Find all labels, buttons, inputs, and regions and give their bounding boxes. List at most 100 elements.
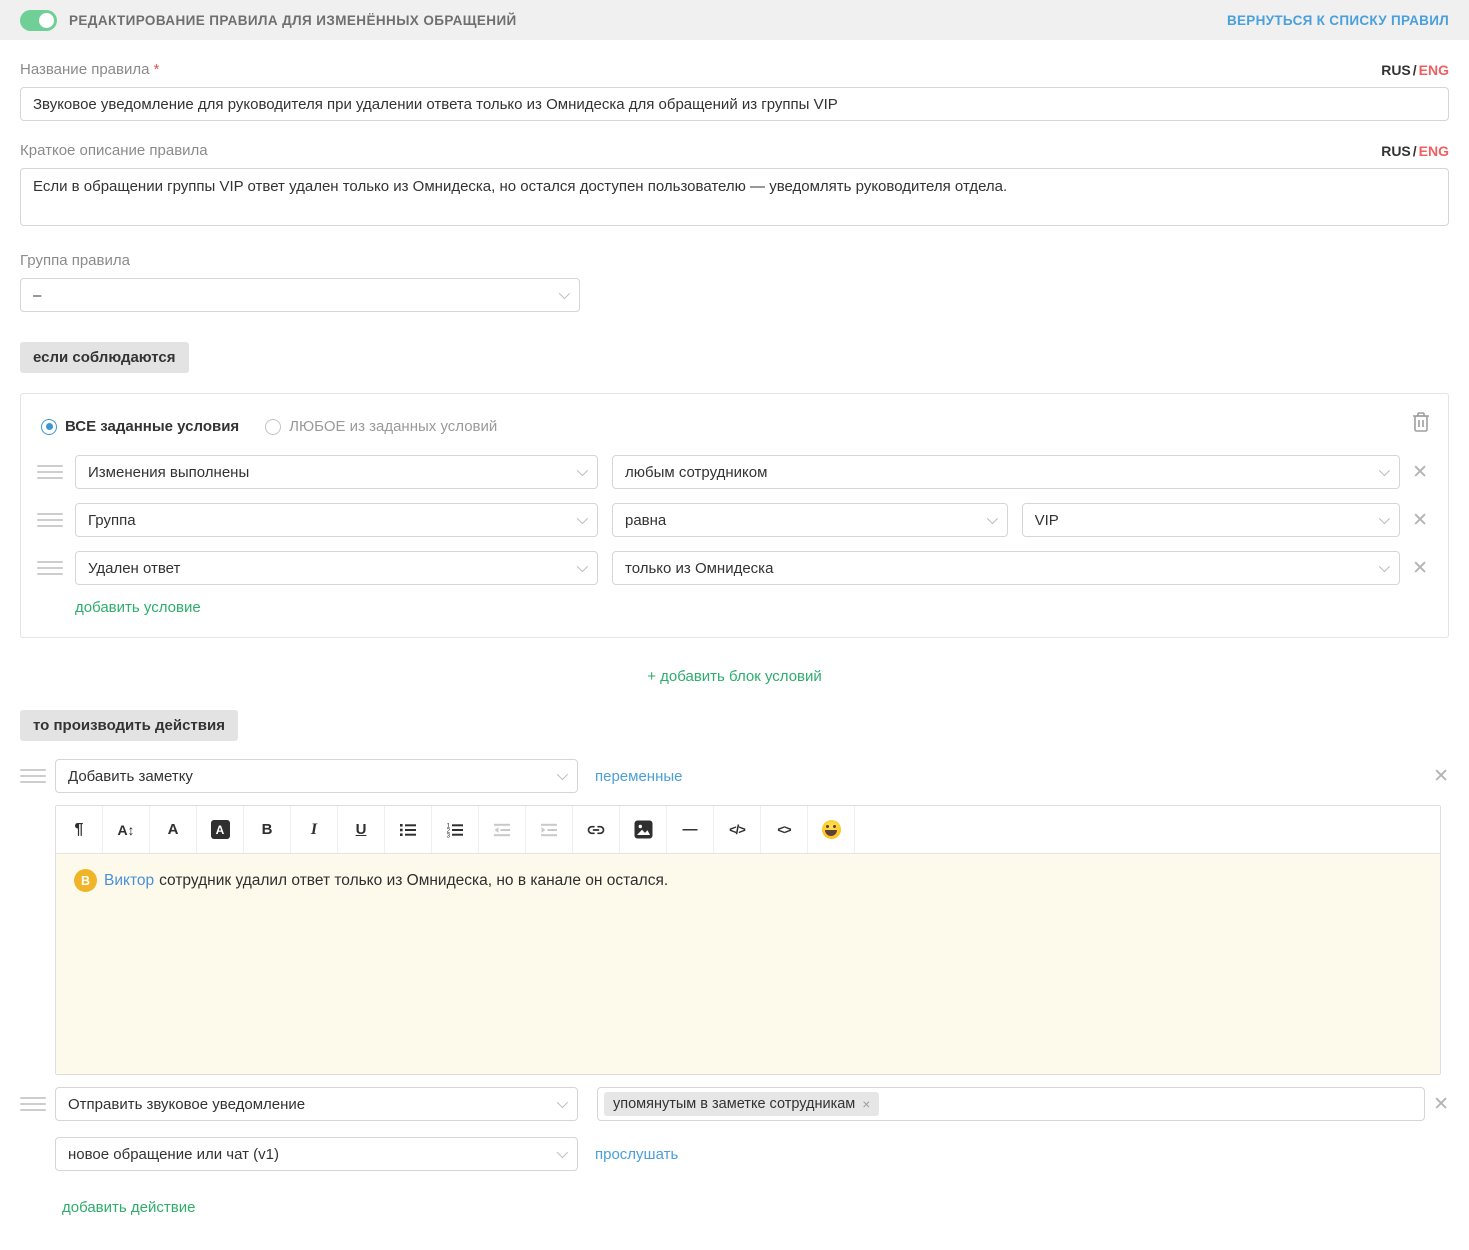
bullet-list-icon[interactable] (385, 806, 432, 853)
drag-handle-icon[interactable] (37, 557, 63, 579)
font-color-icon[interactable]: A (150, 806, 197, 853)
emoji-icon[interactable] (808, 806, 855, 853)
note-editor: ¶ A↕ A A B I U 123 — </> <> В Виктор сот… (55, 805, 1441, 1075)
remove-action-icon[interactable]: ✕ (1433, 765, 1449, 788)
chevron-down-icon (558, 287, 571, 300)
remove-condition-icon[interactable]: ✕ (1412, 559, 1428, 578)
radio-selected-icon (41, 418, 57, 435)
note-text: сотрудник удалил ответ только из Омнидес… (159, 871, 669, 889)
condition-field-select[interactable]: Группа (75, 503, 598, 537)
paragraph-icon[interactable]: ¶ (56, 806, 103, 853)
underline-icon[interactable]: U (338, 806, 385, 853)
variables-link[interactable]: переменные (595, 768, 683, 785)
condition-row: Изменения выполнены любым сотрудником ✕ (37, 455, 1428, 489)
lang-separator: / (1412, 62, 1417, 78)
chevron-down-icon (986, 512, 998, 525)
sound-select-row: новое обращение или чат (v1) прослушать (55, 1137, 1449, 1171)
condition-value-select[interactable]: VIP (1021, 503, 1401, 537)
add-condition-link[interactable]: добавить условие (75, 599, 201, 616)
rule-form: Название правила * RUS/ENG Краткое описа… (0, 61, 1469, 1241)
recipients-input[interactable]: упомянутым в заметке сотрудникам × (597, 1087, 1426, 1121)
mention-avatar: В (74, 869, 97, 892)
lang-switcher-description: RUS / ENG (1381, 143, 1449, 159)
chevron-down-icon (576, 512, 589, 525)
condition-row: Группа равна VIP ✕ (37, 503, 1428, 537)
rule-group-value: – (33, 286, 42, 304)
remove-condition-icon[interactable]: ✕ (1412, 511, 1428, 530)
rule-group-label: Группа правила (20, 252, 130, 269)
drag-handle-icon[interactable] (37, 461, 63, 483)
link-icon[interactable] (573, 806, 620, 853)
chevron-down-icon (1378, 512, 1391, 525)
action-row-sound-notification: Отправить звуковое уведомление упомянуты… (20, 1087, 1449, 1121)
condition-operator-select[interactable]: равна (612, 503, 1008, 537)
outdent-icon[interactable] (479, 806, 526, 853)
horizontal-rule-icon[interactable]: — (667, 806, 714, 853)
lang-rus-tab[interactable]: RUS (1381, 143, 1411, 159)
match-any-radio[interactable]: ЛЮБОЕ из заданных условий (265, 418, 497, 435)
delete-conditions-block-icon[interactable] (1410, 410, 1432, 439)
condition-field-select[interactable]: Удален ответ (75, 551, 598, 585)
condition-field-select[interactable]: Изменения выполнены (75, 455, 598, 489)
bold-icon[interactable]: B (244, 806, 291, 853)
remove-action-icon[interactable]: ✕ (1433, 1093, 1449, 1116)
svg-text:3: 3 (447, 832, 451, 839)
condition-operator-select[interactable]: любым сотрудником (612, 455, 1401, 489)
add-action-link[interactable]: добавить действие (62, 1199, 195, 1216)
condition-operator-select[interactable]: только из Омнидеска (612, 551, 1401, 585)
chevron-down-icon (556, 1096, 569, 1109)
back-to-rules-link[interactable]: ВЕРНУТЬСЯ К СПИСКУ ПРАВИЛ (1227, 13, 1449, 28)
lang-eng-tab[interactable]: ENG (1419, 143, 1449, 159)
font-size-icon[interactable]: A↕ (103, 806, 150, 853)
rule-name-input[interactable] (20, 87, 1449, 121)
chevron-down-icon (1378, 464, 1391, 477)
drag-handle-icon[interactable] (20, 765, 46, 787)
lang-separator: / (1412, 143, 1417, 159)
lang-switcher-name: RUS / ENG (1381, 62, 1449, 78)
if-conditions-chip: если соблюдаются (20, 342, 189, 373)
action-type-select[interactable]: Отправить звуковое уведомление (55, 1087, 578, 1121)
toggle-knob (39, 12, 54, 28)
radio-unselected-icon (265, 418, 282, 435)
remove-tag-icon[interactable]: × (862, 1096, 870, 1112)
inline-code-icon[interactable]: <> (761, 806, 808, 853)
match-all-radio[interactable]: ВСЕ заданные условия (41, 418, 239, 435)
code-block-icon[interactable]: </> (714, 806, 761, 853)
action-type-select[interactable]: Добавить заметку (55, 759, 578, 793)
highlight-color-icon[interactable]: A (197, 806, 244, 853)
rule-group-select[interactable]: – (20, 278, 580, 312)
chevron-down-icon (576, 560, 589, 573)
rule-name-label: Название правила * (20, 61, 160, 78)
chevron-down-icon (576, 464, 589, 477)
rule-enabled-toggle[interactable] (20, 9, 57, 31)
remove-condition-icon[interactable]: ✕ (1412, 463, 1428, 482)
drag-handle-icon[interactable] (20, 1093, 46, 1115)
conditions-block: ВСЕ заданные условия ЛЮБОЕ из заданных у… (20, 393, 1449, 638)
header-bar: РЕДАКТИРОВАНИЕ ПРАВИЛА ДЛЯ ИЗМЕНЁННЫХ ОБ… (0, 0, 1469, 40)
recipient-tag: упомянутым в заметке сотрудникам × (604, 1092, 880, 1116)
rule-description-label: Краткое описание правила (20, 142, 208, 159)
required-asterisk: * (153, 61, 160, 78)
action-row-add-note: Добавить заметку переменные ✕ (20, 759, 1449, 793)
indent-icon[interactable] (526, 806, 573, 853)
editor-toolbar: ¶ A↕ A A B I U 123 — </> <> (56, 806, 1440, 854)
drag-handle-icon[interactable] (37, 509, 63, 531)
chevron-down-icon (556, 1146, 569, 1159)
conditions-match-mode: ВСЕ заданные условия ЛЮБОЕ из заданных у… (41, 418, 1428, 435)
lang-eng-tab[interactable]: ENG (1419, 62, 1449, 78)
italic-icon[interactable]: I (291, 806, 338, 853)
chevron-down-icon (556, 768, 569, 781)
add-conditions-block-link[interactable]: + добавить блок условий (647, 668, 822, 685)
note-content-area[interactable]: В Виктор сотрудник удалил ответ только и… (56, 854, 1440, 1074)
condition-row: Удален ответ только из Омнидеска ✕ (37, 551, 1428, 585)
rule-description-input[interactable]: Если в обращении группы VIP ответ удален… (20, 168, 1449, 226)
listen-link[interactable]: прослушать (595, 1146, 678, 1163)
lang-rus-tab[interactable]: RUS (1381, 62, 1411, 78)
image-icon[interactable] (620, 806, 667, 853)
then-actions-chip: то производить действия (20, 710, 238, 741)
ordered-list-icon[interactable]: 123 (432, 806, 479, 853)
page-title: РЕДАКТИРОВАНИЕ ПРАВИЛА ДЛЯ ИЗМЕНЁННЫХ ОБ… (69, 12, 517, 28)
sound-select[interactable]: новое обращение или чат (v1) (55, 1137, 578, 1171)
chevron-down-icon (1378, 560, 1391, 573)
mention-link[interactable]: Виктор (104, 872, 154, 890)
